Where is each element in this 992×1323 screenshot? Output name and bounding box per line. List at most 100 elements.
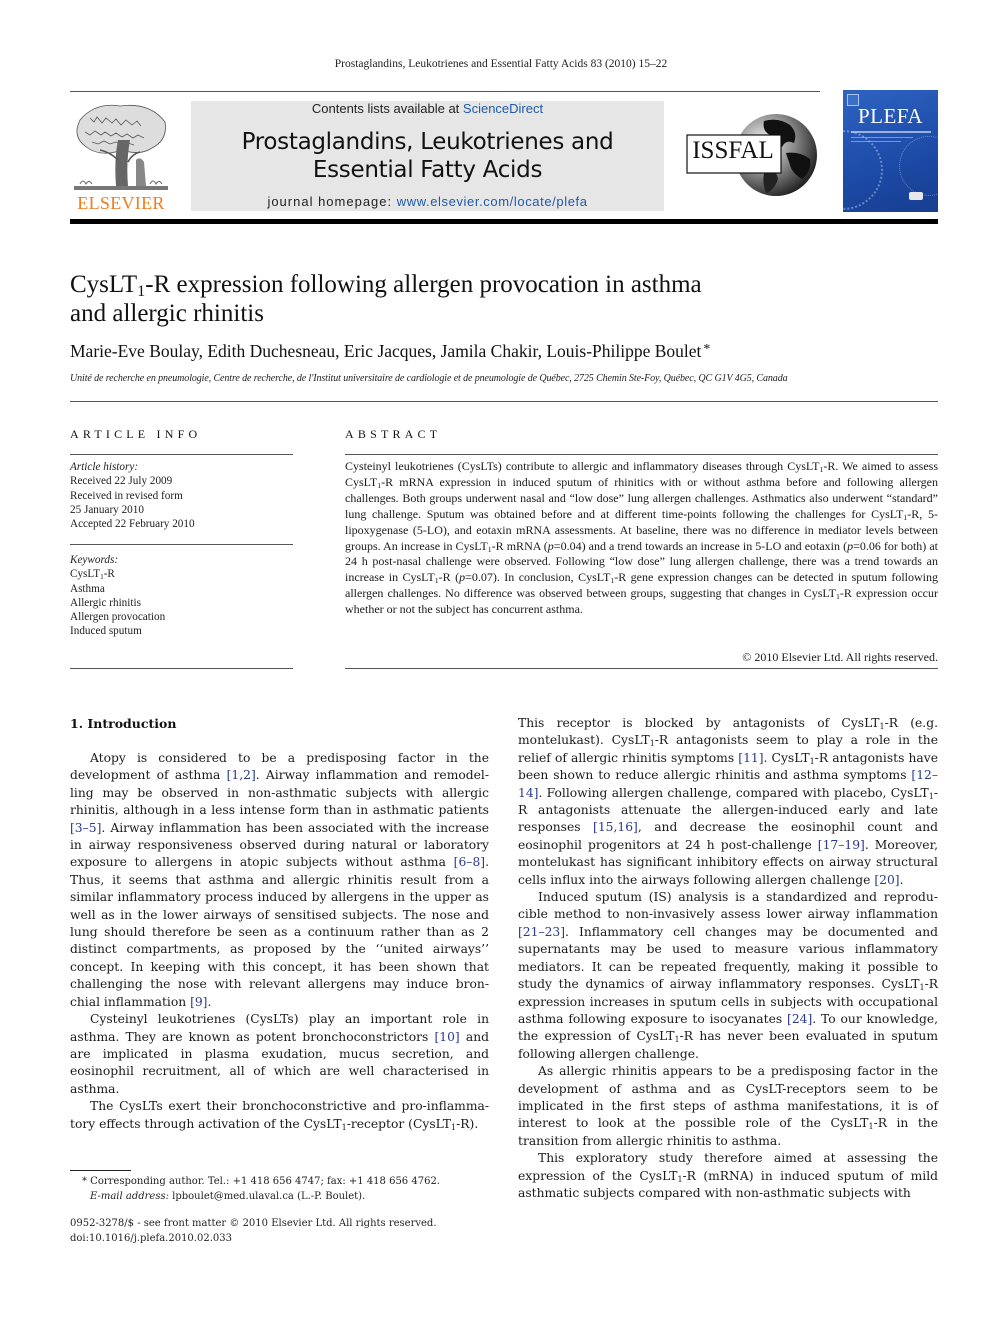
body-column-left: Atopy is considered to be a predisposing… bbox=[70, 750, 489, 1133]
subscript: 1 bbox=[919, 983, 925, 993]
body-column-right: This receptor is blocked by antagonists … bbox=[518, 715, 938, 1202]
cover-subtitle-line bbox=[851, 131, 931, 133]
citation-link[interactable]: [3–5] bbox=[70, 821, 101, 835]
corresponding-author-note: * Corresponding author. Tel.: +1 418 656… bbox=[82, 1176, 440, 1187]
keyword[interactable]: Asthma bbox=[70, 582, 294, 596]
history-item: 25 January 2010 bbox=[70, 503, 144, 516]
homepage-prefix: journal homepage: bbox=[267, 194, 397, 209]
article-title: CysLT1-R expression following allergen p… bbox=[70, 271, 702, 327]
keyword[interactable]: Allergic rhinitis bbox=[70, 596, 294, 610]
body-paragraph: This receptor is blocked by antagonists … bbox=[518, 716, 939, 887]
subscript: 1 bbox=[674, 1035, 680, 1045]
body-paragraph: As allergic rhinitis appears to be a pre… bbox=[518, 1064, 938, 1148]
front-matter: 0952-3278/$ - see front matter © 2010 El… bbox=[70, 1217, 500, 1246]
article-history: Article history: Received 22 July 2009 R… bbox=[70, 460, 294, 531]
history-item: Received in revised form bbox=[70, 489, 183, 502]
header-rule bbox=[70, 91, 820, 92]
corresponding-author-marker[interactable]: * bbox=[703, 342, 710, 357]
doi-link[interactable]: doi:10.1016/j.plefa.2010.02.033 bbox=[70, 1232, 500, 1247]
keyword[interactable]: Allergen provocation bbox=[70, 610, 294, 624]
affiliation: Unité de recherche en pneumologie, Centr… bbox=[70, 373, 788, 384]
cover-decoration bbox=[843, 130, 883, 210]
citation-link[interactable]: [15,16] bbox=[593, 820, 638, 834]
footnote: * Corresponding author. Tel.: +1 418 656… bbox=[70, 1174, 490, 1204]
citation-link[interactable]: [1,2] bbox=[227, 768, 256, 782]
cover-decoration bbox=[899, 136, 938, 196]
subscript: 1 bbox=[610, 576, 615, 586]
body-paragraph: Induced sputum (IS) analysis is a standa… bbox=[518, 890, 938, 1061]
subscript: 1 bbox=[377, 480, 382, 490]
citation-link[interactable]: [21–23] bbox=[518, 925, 565, 939]
cover-title: PLEFA bbox=[857, 104, 924, 128]
abstract-text: Cysteinyl leukotrienes (CysLTs) contribu… bbox=[345, 459, 939, 617]
body-paragraph: Atopy is considered to be a predisposing… bbox=[70, 751, 490, 1009]
history-label: Article history: bbox=[70, 461, 139, 473]
subscript: 1 bbox=[137, 282, 146, 301]
authors: Marie-Eve Boulay, Edith Duchesneau, Eric… bbox=[70, 341, 702, 361]
article-info-heading: ARTICLE INFO bbox=[70, 427, 202, 441]
subscript: 1 bbox=[100, 573, 104, 582]
history-item: Accepted 22 February 2010 bbox=[70, 518, 195, 531]
divider bbox=[70, 544, 293, 545]
abstract-copyright: © 2010 Elsevier Ltd. All rights reserved… bbox=[742, 650, 938, 664]
issfal-logo-text: ISSFAL bbox=[692, 137, 774, 164]
citation-link[interactable]: [12–14] bbox=[518, 768, 938, 799]
author-list: Marie-Eve Boulay, Edith Duchesneau, Eric… bbox=[70, 341, 940, 362]
subscript: 1 bbox=[836, 592, 840, 602]
divider bbox=[345, 668, 938, 669]
abstract-heading: ABSTRACT bbox=[345, 427, 442, 441]
homepage-line: journal homepage: www.elsevier.com/locat… bbox=[191, 194, 664, 209]
subscript: 1 bbox=[677, 1174, 683, 1184]
subscript: 1 bbox=[809, 756, 815, 766]
email-note: E-mail address: lpboulet@med.ulaval.ca (… bbox=[70, 1189, 490, 1204]
header-thick-rule bbox=[70, 219, 938, 224]
contents-line: Contents lists available at ScienceDirec… bbox=[191, 101, 664, 116]
keywords-label: Keywords: bbox=[70, 554, 119, 566]
citation-link[interactable]: [11] bbox=[738, 751, 763, 765]
citation-link[interactable]: [20] bbox=[874, 873, 899, 887]
divider bbox=[70, 668, 293, 669]
italic-symbol: p bbox=[547, 538, 554, 553]
section-heading-introduction: 1. Introduction bbox=[70, 716, 177, 731]
citation-link[interactable]: [17–19] bbox=[818, 838, 865, 852]
journal-title: Prostaglandins, Leukotrienes and Essenti… bbox=[191, 128, 664, 184]
subscript: 1 bbox=[487, 544, 492, 554]
journal-cover[interactable]: PLEFA bbox=[843, 90, 938, 212]
citation-link[interactable]: [24] bbox=[787, 1012, 812, 1026]
citation-link[interactable]: [10] bbox=[434, 1030, 459, 1044]
italic-symbol: p bbox=[459, 570, 466, 585]
issn-line: 0952-3278/$ - see front matter © 2010 El… bbox=[70, 1218, 437, 1229]
subscript: 1 bbox=[928, 791, 934, 801]
running-head: Prostaglandins, Leukotrienes and Essenti… bbox=[334, 58, 668, 70]
subscript: 1 bbox=[434, 576, 439, 586]
cover-badge-icon bbox=[909, 192, 923, 200]
citation-link[interactable]: [9] bbox=[190, 995, 207, 1009]
subscript: 1 bbox=[451, 1122, 457, 1132]
keywords: Keywords: CysLT1-R Asthma Allergic rhini… bbox=[70, 553, 294, 639]
journal-title-line2: Essential Fatty Acids bbox=[312, 157, 543, 183]
contents-prefix: Contents lists available at bbox=[311, 101, 463, 116]
subscript: 1 bbox=[903, 512, 908, 522]
journal-title-line1: Prostaglandins, Leukotrienes and bbox=[241, 129, 614, 155]
subscript: 1 bbox=[879, 721, 885, 731]
italic-symbol: p bbox=[847, 538, 854, 553]
subscript: 1 bbox=[341, 1122, 347, 1132]
keyword[interactable]: CysLT1-R bbox=[70, 567, 294, 581]
subscript: 1 bbox=[819, 464, 824, 474]
keyword[interactable]: Induced sputum bbox=[70, 624, 294, 638]
subscript: 1 bbox=[868, 1122, 874, 1132]
email-label: E-mail address: bbox=[90, 1191, 169, 1202]
citation-link[interactable]: [6–8] bbox=[454, 855, 485, 869]
sciencedirect-link[interactable]: ScienceDirect bbox=[463, 101, 543, 116]
footnote-rule bbox=[70, 1170, 131, 1171]
divider bbox=[345, 454, 938, 455]
body-paragraph: This exploratory study therefore aimed a… bbox=[518, 1151, 938, 1200]
email-address[interactable]: lpboulet@med.ulaval.ca (L.-P. Boulet). bbox=[169, 1191, 365, 1202]
divider bbox=[70, 401, 938, 402]
elsevier-wordmark[interactable]: ELSEVIER bbox=[70, 193, 172, 214]
history-item: Received 22 July 2009 bbox=[70, 475, 173, 488]
divider bbox=[70, 454, 293, 455]
subscript: 1 bbox=[649, 739, 655, 749]
homepage-link[interactable]: www.elsevier.com/locate/plefa bbox=[397, 194, 588, 209]
body-paragraph: The CysLTs exert their bronchoconstricti… bbox=[70, 1099, 489, 1132]
